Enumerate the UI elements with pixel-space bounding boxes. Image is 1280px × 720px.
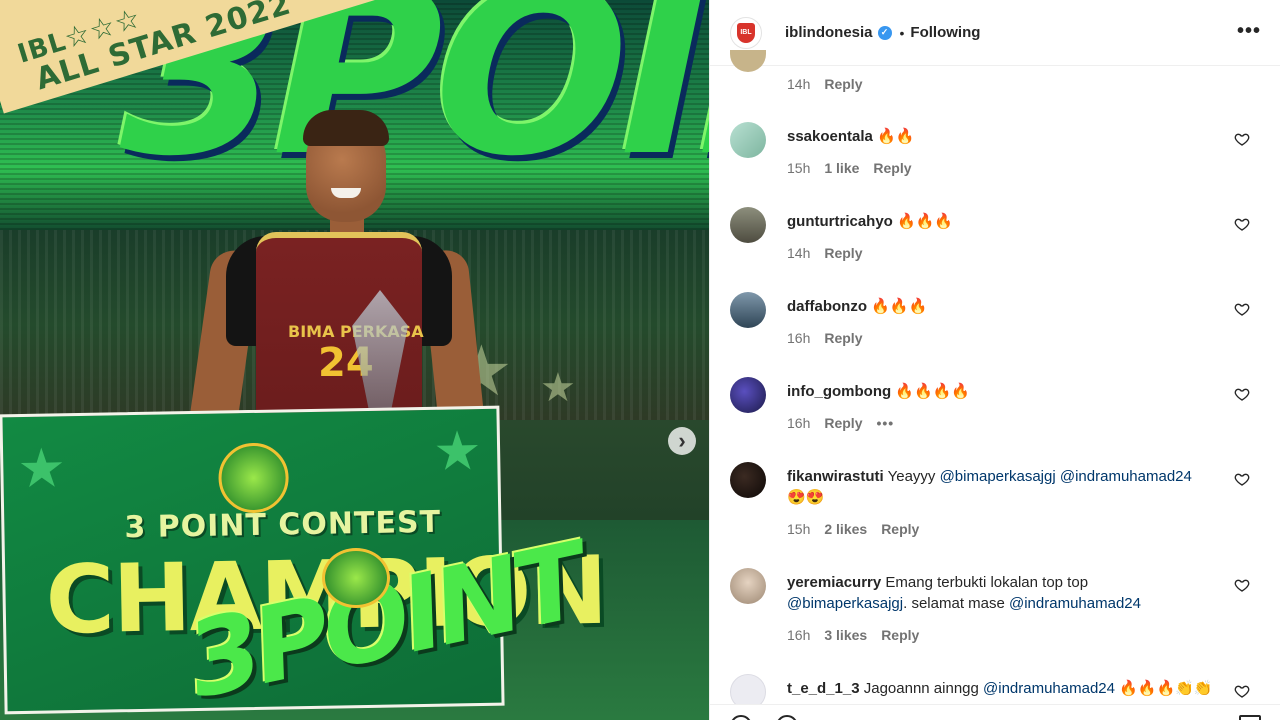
comment-username[interactable]: daffabonzo <box>787 298 867 315</box>
comment-time: 15h <box>787 160 811 176</box>
comments-panel: IBL iblindonesia ✓ • Following ••• 14h R… <box>709 0 1280 720</box>
reply-button[interactable]: Reply <box>881 521 919 537</box>
comment-username[interactable]: t_e_d_1_3 <box>787 680 860 697</box>
player-hair <box>303 110 389 146</box>
bookmark-icon[interactable] <box>1239 715 1261 720</box>
mention-link[interactable]: @indramuhamad24 <box>983 680 1115 697</box>
chevron-right-icon: › <box>678 428 686 453</box>
all-star-logo <box>217 442 290 514</box>
comment-avatar[interactable] <box>730 568 766 604</box>
like-heart-icon[interactable] <box>1234 131 1250 147</box>
reply-button[interactable]: Reply <box>824 245 862 261</box>
post-header: IBL iblindonesia ✓ • Following ••• <box>710 0 1280 66</box>
comment-avatar[interactable] <box>730 207 766 243</box>
comment-icon[interactable] <box>776 715 798 720</box>
comment-avatar[interactable] <box>730 50 766 72</box>
decorative-star-icon: ★ <box>540 366 576 410</box>
comment-text: 🔥🔥🔥🔥 <box>895 383 971 400</box>
comment-text: Yeayyy <box>887 468 940 485</box>
mention-link[interactable]: @indramuhamad24 <box>1060 468 1192 485</box>
reply-button[interactable]: Reply <box>873 160 911 176</box>
comment-time: 14h <box>787 76 811 92</box>
verified-badge-icon: ✓ <box>877 25 892 40</box>
comment-time: 16h <box>787 627 811 643</box>
comment-body: info_gombong 🔥🔥🔥🔥 <box>787 381 1227 402</box>
comment-text: Jagoannn ainngg <box>863 680 984 697</box>
comment-time: 16h <box>787 330 811 346</box>
comment-meta: 15h 1 like Reply <box>787 160 912 176</box>
comment-meta: 16h Reply <box>787 330 862 346</box>
action-bar <box>710 704 1280 720</box>
post-image: 3POINT ★ ★ IBL☆☆☆ ALL STAR 2022 BIMA PER… <box>0 0 709 720</box>
comment-text-middle: . selamat mase <box>903 595 1009 612</box>
comment-username[interactable]: fikanwirastuti <box>787 468 884 485</box>
comment-time: 14h <box>787 245 811 261</box>
comment-time: 16h <box>787 415 811 431</box>
comment-likes[interactable]: 1 like <box>824 160 859 176</box>
reply-button[interactable]: Reply <box>881 627 919 643</box>
comment-username[interactable]: yeremiacurry <box>787 574 881 591</box>
comment-body: t_e_d_1_3 Jagoannn ainngg @indramuhamad2… <box>787 678 1227 699</box>
comment-body: yeremiacurry Emang terbukti lokalan top … <box>787 572 1227 614</box>
comment-time: 15h <box>787 521 811 537</box>
comment-meta: 16h Reply ••• <box>787 415 894 431</box>
comment-meta: 16h 3 likes Reply <box>787 627 919 643</box>
next-image-button[interactable]: › <box>668 427 696 455</box>
like-heart-icon[interactable] <box>1234 683 1250 699</box>
board-star-icon: ★ <box>16 438 67 500</box>
more-options-icon[interactable]: ••• <box>1237 21 1261 41</box>
like-heart-icon[interactable] <box>1234 471 1250 487</box>
like-post-icon[interactable] <box>730 715 752 720</box>
comment-username[interactable]: info_gombong <box>787 383 891 400</box>
comment-avatar[interactable] <box>730 292 766 328</box>
comment-body: daffabonzo 🔥🔥🔥 <box>787 296 1227 317</box>
comment-body: ssakoentala 🔥🔥 <box>787 126 1227 147</box>
comment-likes[interactable]: 2 likes <box>824 521 867 537</box>
mention-link[interactable]: @bimaperkasajgj <box>787 595 903 612</box>
mention-link[interactable]: @indramuhamad24 <box>1009 595 1141 612</box>
following-button[interactable]: Following <box>910 24 980 41</box>
comment-username[interactable]: gunturtricahyo <box>787 213 893 230</box>
comment-body: gunturtricahyo 🔥🔥🔥 <box>787 211 1227 232</box>
account-username[interactable]: iblindonesia <box>785 24 873 41</box>
reply-button[interactable]: Reply <box>824 415 862 431</box>
comment-meta: 15h 2 likes Reply <box>787 521 919 537</box>
comment-avatar[interactable] <box>730 122 766 158</box>
like-heart-icon[interactable] <box>1234 577 1250 593</box>
like-heart-icon[interactable] <box>1234 386 1250 402</box>
mention-link[interactable]: @bimaperkasajgj <box>940 468 1056 485</box>
board-title: 3 POINT CONTEST <box>124 504 442 546</box>
ibl-logo-icon: IBL <box>737 22 755 43</box>
comment-text: 🔥🔥🔥 <box>871 298 928 315</box>
comment-text: 🔥🔥🔥 <box>897 213 954 230</box>
comment-username[interactable]: ssakoentala <box>787 128 873 145</box>
comment-emoji: 😍😍 <box>787 489 825 506</box>
comment-meta: 14h Reply <box>787 245 862 261</box>
verified-check: ✓ <box>880 27 889 37</box>
comment-avatar[interactable] <box>730 377 766 413</box>
comment-body: fikanwirastuti Yeayyy @bimaperkasajgj @i… <box>787 466 1227 508</box>
like-heart-icon[interactable] <box>1234 216 1250 232</box>
board-star-icon: ★ <box>432 420 483 482</box>
comment-likes[interactable]: 3 likes <box>824 627 867 643</box>
all-star-mini-logo <box>322 548 390 608</box>
avatar-logo-text: IBL <box>740 29 752 36</box>
reply-button[interactable]: Reply <box>824 76 862 92</box>
comment-options-icon[interactable]: ••• <box>876 415 894 431</box>
comment-text: 🔥🔥 <box>877 128 915 145</box>
header-separator: • <box>899 24 905 41</box>
comment-avatar[interactable] <box>730 462 766 498</box>
like-heart-icon[interactable] <box>1234 301 1250 317</box>
comment-emoji: 🔥🔥🔥👏👏 <box>1114 680 1213 697</box>
comment-meta: 14h Reply <box>787 76 862 92</box>
reply-button[interactable]: Reply <box>824 330 862 346</box>
account-avatar[interactable]: IBL <box>730 16 762 49</box>
comment-text: Emang terbukti lokalan top top <box>885 574 1089 591</box>
